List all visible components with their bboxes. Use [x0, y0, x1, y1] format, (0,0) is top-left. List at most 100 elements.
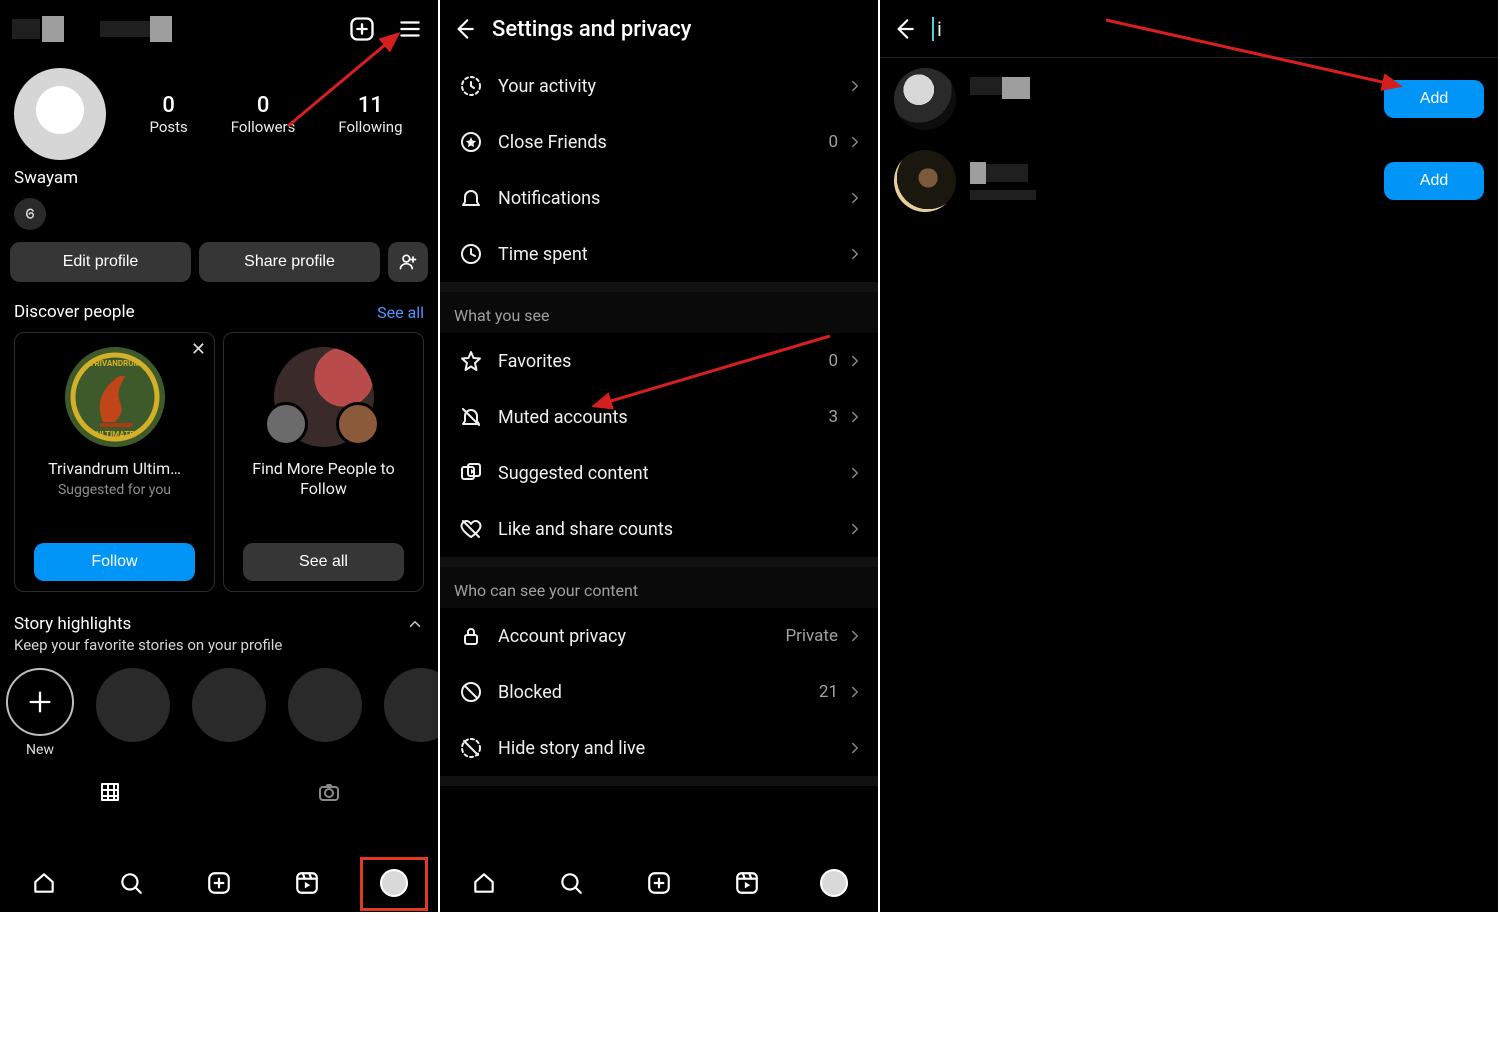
nav-profile[interactable] — [812, 861, 856, 905]
add-button[interactable]: Add — [1384, 80, 1484, 118]
story-highlights-title: Story highlights — [14, 614, 131, 634]
chevron-right-icon — [846, 189, 864, 207]
chevron-right-icon — [846, 352, 864, 370]
result-avatar — [894, 150, 956, 212]
likes-icon — [454, 517, 488, 541]
threads-badge[interactable] — [14, 198, 46, 230]
lock-icon — [454, 624, 488, 648]
story-highlights-row[interactable]: New — [0, 664, 438, 764]
row-your-activity[interactable]: Your activity — [440, 58, 878, 114]
section-header: Who can see your content — [440, 567, 878, 608]
result-fullname-redacted — [970, 190, 1036, 200]
username-dropdown[interactable] — [12, 16, 172, 42]
nav-home[interactable] — [462, 861, 506, 905]
story-highlight-placeholder — [384, 668, 438, 742]
discover-card[interactable]: Find More People to Follow See all — [223, 332, 424, 592]
tab-grid[interactable] — [0, 770, 219, 804]
row-blocked[interactable]: Blocked 21 — [440, 664, 878, 720]
row-hide-story[interactable]: Hide story and live — [440, 720, 878, 776]
search-input[interactable]: i — [932, 17, 942, 41]
nav-create[interactable] — [197, 861, 241, 905]
row-time-spent[interactable]: Time spent — [440, 226, 878, 282]
share-profile-button[interactable]: Share profile — [199, 242, 380, 282]
discover-card-name: Trivandrum Ultim… — [23, 459, 206, 478]
tab-tagged[interactable] — [219, 770, 438, 804]
svg-text:ULTIMATE: ULTIMATE — [96, 430, 134, 439]
discover-avatar: TRIVANDRUM ULTIMATE — [65, 347, 165, 447]
stat-following[interactable]: 11 Following — [338, 93, 402, 136]
discover-people-button[interactable] — [388, 242, 428, 282]
profile-header: 0 Posts 0 Followers 11 Following — [0, 58, 438, 160]
back-icon[interactable] — [890, 15, 918, 43]
edit-profile-button[interactable]: Edit profile — [10, 242, 191, 282]
favorites-search-screen: i Add Add — [880, 0, 1498, 912]
result-avatar — [894, 68, 956, 130]
stat-followers[interactable]: 0 Followers — [231, 93, 296, 136]
chevron-right-icon — [846, 464, 864, 482]
discover-seeall-link[interactable]: See all — [377, 303, 424, 322]
notifications-icon — [454, 186, 488, 210]
discover-card-sub: Suggested for you — [58, 482, 171, 498]
row-notifications[interactable]: Notifications — [440, 170, 878, 226]
chevron-right-icon — [846, 683, 864, 701]
menu-icon[interactable] — [396, 15, 424, 43]
see-all-button[interactable]: See all — [243, 543, 404, 581]
chevron-right-icon — [846, 133, 864, 151]
muted-icon — [454, 405, 488, 429]
row-close-friends[interactable]: Close Friends 0 — [440, 114, 878, 170]
row-suggested[interactable]: Suggested content — [440, 445, 878, 501]
chevron-right-icon — [846, 627, 864, 645]
chevron-right-icon — [846, 520, 864, 538]
favorites-icon — [454, 349, 488, 373]
timespent-icon — [454, 242, 488, 266]
story-highlight-placeholder — [192, 668, 266, 742]
story-highlights-sub: Keep your favorite stories on your profi… — [0, 636, 438, 664]
bottom-nav — [0, 854, 438, 912]
suggested-icon — [454, 461, 488, 485]
row-muted[interactable]: Muted accounts 3 — [440, 389, 878, 445]
profile-topbar — [0, 0, 438, 58]
bottom-nav — [440, 854, 878, 912]
row-likes[interactable]: Like and share counts — [440, 501, 878, 557]
chevron-up-icon[interactable] — [406, 615, 424, 633]
create-icon[interactable] — [348, 15, 376, 43]
nav-search[interactable] — [109, 861, 153, 905]
chevron-right-icon — [846, 77, 864, 95]
add-button[interactable]: Add — [1384, 162, 1484, 200]
search-result-row[interactable]: Add — [880, 58, 1498, 140]
search-results: Add Add — [880, 58, 1498, 222]
section-header: What you see — [440, 292, 878, 333]
discover-title: Discover people — [14, 302, 135, 322]
stat-posts[interactable]: 0 Posts — [149, 93, 187, 136]
nav-profile[interactable] — [372, 861, 416, 905]
nav-search[interactable] — [549, 861, 593, 905]
settings-list: Your activity Close Friends 0 Notificati… — [440, 58, 878, 786]
chevron-right-icon — [846, 739, 864, 757]
nav-create[interactable] — [637, 861, 681, 905]
profile-avatar[interactable] — [14, 68, 106, 160]
row-favorites[interactable]: Favorites 0 — [440, 333, 878, 389]
back-icon[interactable] — [450, 15, 478, 43]
search-result-row[interactable]: Add — [880, 140, 1498, 222]
search-topbar: i — [880, 0, 1498, 58]
discover-card[interactable]: ✕ TRIVANDRUM ULTIMATE Trivandrum Ultim… … — [14, 332, 215, 592]
discover-carousel[interactable]: ✕ TRIVANDRUM ULTIMATE Trivandrum Ultim… … — [0, 332, 438, 610]
activity-icon — [454, 74, 488, 98]
blocked-icon — [454, 680, 488, 704]
follow-button[interactable]: Follow — [34, 543, 195, 581]
profile-display-name: Swayam — [0, 160, 438, 194]
profile-avatar-icon — [820, 869, 848, 897]
nav-home[interactable] — [22, 861, 66, 905]
discover-card-name: Find More People to Follow — [232, 459, 415, 499]
discover-avatar — [274, 347, 374, 447]
nav-reels[interactable] — [725, 861, 769, 905]
row-account-privacy[interactable]: Account privacy Private — [440, 608, 878, 664]
profile-screen: 0 Posts 0 Followers 11 Following Swayam … — [0, 0, 440, 912]
settings-screen: Settings and privacy Your activity Close… — [440, 0, 880, 912]
story-new-button[interactable]: New — [6, 668, 74, 758]
page-title: Settings and privacy — [492, 17, 691, 42]
close-icon[interactable]: ✕ — [191, 339, 206, 360]
settings-topbar: Settings and privacy — [440, 0, 878, 58]
hidestory-icon — [454, 736, 488, 760]
nav-reels[interactable] — [285, 861, 329, 905]
